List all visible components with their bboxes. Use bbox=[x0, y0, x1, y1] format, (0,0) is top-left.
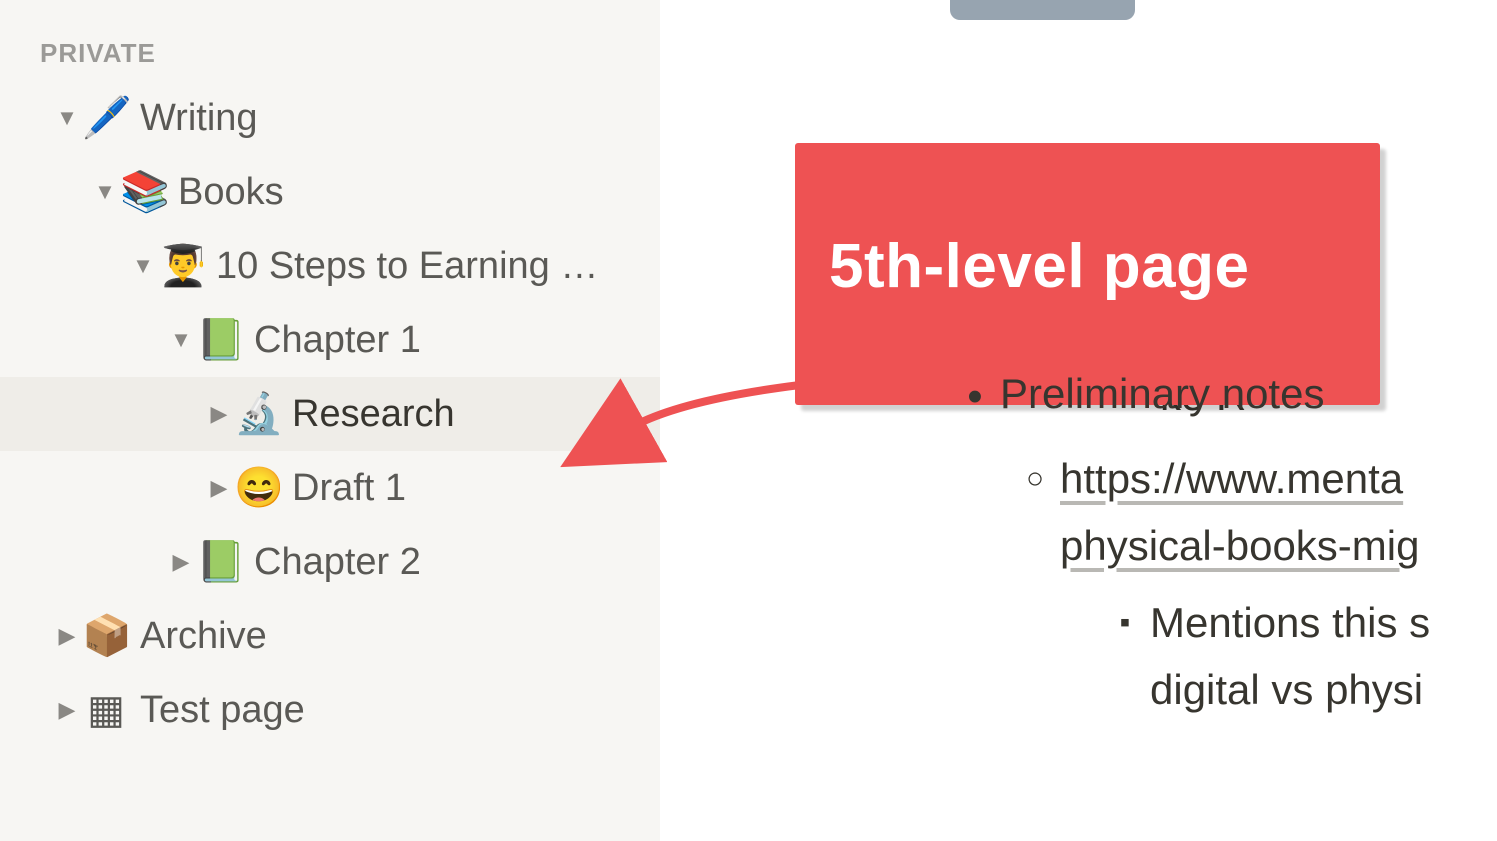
caret-right-icon[interactable] bbox=[166, 549, 196, 575]
sidebar-item-research[interactable]: 🔬Research bbox=[0, 377, 660, 451]
sidebar: PRIVATE 🖊️Writing📚Books👨‍🎓10 Steps to Ea… bbox=[0, 0, 660, 841]
text-line: Mentions this s bbox=[1150, 599, 1430, 646]
sidebar-item-label: Research bbox=[292, 393, 455, 436]
bullet-square-icon bbox=[1100, 589, 1150, 650]
green-book-icon: 📗 bbox=[196, 320, 244, 360]
caret-right-icon[interactable] bbox=[204, 475, 234, 501]
smile-icon: 😄 bbox=[234, 468, 282, 508]
sidebar-section-private: PRIVATE bbox=[0, 20, 660, 81]
page-body: Preliminary notes https://www.menta phys… bbox=[950, 360, 1497, 734]
list-item[interactable]: https://www.menta physical-books-mig bbox=[950, 445, 1497, 579]
microscope-icon: 🔬 bbox=[234, 394, 282, 434]
sidebar-item-label: Draft 1 bbox=[292, 467, 406, 510]
drag-handle-pill[interactable] bbox=[950, 0, 1135, 20]
list-item[interactable]: Mentions this s digital vs physi bbox=[950, 589, 1497, 723]
sidebar-item-writing[interactable]: 🖊️Writing bbox=[0, 81, 660, 155]
text-line: digital vs physi bbox=[1150, 666, 1423, 713]
caret-right-icon[interactable] bbox=[52, 623, 82, 649]
sidebar-item-label: 10 Steps to Earning … bbox=[216, 245, 598, 288]
main-content: ke R 5th-level page Preliminary notes ht… bbox=[660, 0, 1497, 841]
grid-icon: ▦ bbox=[82, 690, 130, 730]
bullet-disc-icon bbox=[950, 360, 1000, 435]
sidebar-item-test-page[interactable]: ▦Test page bbox=[0, 673, 660, 747]
sidebar-item-10-steps-to-earning[interactable]: 👨‍🎓10 Steps to Earning … bbox=[0, 229, 660, 303]
green-book-icon: 📗 bbox=[196, 542, 244, 582]
bullet-circle-icon bbox=[1010, 445, 1060, 506]
sidebar-item-archive[interactable]: 📦Archive bbox=[0, 599, 660, 673]
caret-down-icon[interactable] bbox=[90, 179, 120, 205]
caret-down-icon[interactable] bbox=[166, 327, 196, 353]
sidebar-item-chapter-2[interactable]: 📗Chapter 2 bbox=[0, 525, 660, 599]
caret-right-icon[interactable] bbox=[204, 401, 234, 427]
sidebar-item-books[interactable]: 📚Books bbox=[0, 155, 660, 229]
sidebar-item-label: Chapter 2 bbox=[254, 541, 421, 584]
annotation-callout-text: 5th-level page bbox=[829, 232, 1249, 301]
link-line: physical-books-mig bbox=[1060, 522, 1419, 569]
sidebar-item-label: Writing bbox=[140, 97, 258, 140]
sidebar-item-label: Archive bbox=[140, 615, 267, 658]
books-icon: 📚 bbox=[120, 172, 168, 212]
student-icon: 👨‍🎓 bbox=[158, 246, 206, 286]
list-item[interactable]: Preliminary notes bbox=[950, 360, 1497, 435]
list-item-text: Mentions this s digital vs physi bbox=[1150, 589, 1497, 723]
box-icon: 📦 bbox=[82, 616, 130, 656]
annotation-arrow-icon bbox=[620, 380, 820, 450]
sidebar-item-draft-1[interactable]: 😄Draft 1 bbox=[0, 451, 660, 525]
link-line: https://www.menta bbox=[1060, 455, 1403, 502]
caret-down-icon[interactable] bbox=[52, 105, 82, 131]
list-item-link[interactable]: https://www.menta physical-books-mig bbox=[1060, 445, 1497, 579]
sidebar-item-chapter-1[interactable]: 📗Chapter 1 bbox=[0, 303, 660, 377]
list-item-text: Preliminary notes bbox=[1000, 360, 1497, 427]
sidebar-item-label: Test page bbox=[140, 689, 305, 732]
sidebar-item-label: Chapter 1 bbox=[254, 319, 421, 362]
caret-right-icon[interactable] bbox=[52, 697, 82, 723]
sidebar-item-label: Books bbox=[178, 171, 284, 214]
sidebar-page-tree: 🖊️Writing📚Books👨‍🎓10 Steps to Earning …📗… bbox=[0, 81, 660, 747]
pen-icon: 🖊️ bbox=[82, 98, 130, 138]
caret-down-icon[interactable] bbox=[128, 253, 158, 279]
